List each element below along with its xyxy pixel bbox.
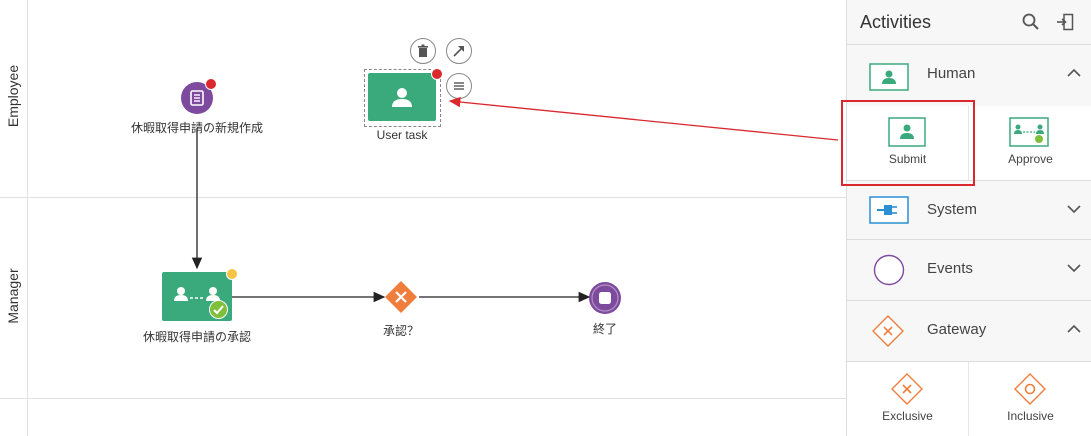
tile-inclusive[interactable]: Inclusive	[969, 362, 1091, 436]
end-event[interactable]	[589, 282, 621, 314]
user-task-icon	[869, 63, 909, 91]
menu-icon	[454, 82, 464, 90]
tile-label: Exclusive	[882, 409, 933, 423]
category-system[interactable]: System	[847, 181, 1091, 240]
connect-button[interactable]	[446, 38, 472, 64]
category-human[interactable]: Human	[847, 45, 1091, 107]
panel-header: Activities	[847, 0, 1091, 45]
tile-label: Approve	[1008, 152, 1053, 166]
gateway-icon	[872, 315, 904, 347]
category-label: System	[927, 201, 978, 218]
process-canvas[interactable]: Employee Manager 休暇取得申請の新規作成 User task 休…	[0, 0, 846, 436]
end-event-label: 終了	[592, 322, 618, 336]
approve-task-icon	[1009, 117, 1049, 147]
connectors	[191, 128, 591, 303]
error-indicator	[205, 78, 217, 90]
inclusive-gateway-icon	[1014, 373, 1046, 405]
trash-icon	[418, 44, 428, 57]
arrow-connect-icon	[453, 46, 464, 57]
tile-exclusive[interactable]: Exclusive	[847, 362, 969, 436]
exclusive-gateway[interactable]	[384, 280, 418, 314]
category-gateway[interactable]: Gateway	[847, 301, 1091, 362]
category-label: Gateway	[927, 321, 987, 338]
activities-panel: Activities Human Submit Approve System E…	[846, 0, 1091, 436]
chevron-down-icon[interactable]	[1066, 262, 1082, 274]
chevron-down-icon[interactable]	[1066, 203, 1082, 215]
approve-task-label: 休暇取得申請の承認	[142, 330, 252, 344]
user-task[interactable]	[368, 73, 436, 121]
start-event-label: 休暇取得申請の新規作成	[130, 121, 264, 135]
chevron-up-icon[interactable]	[1066, 323, 1082, 335]
gateway-label: 承認？	[382, 324, 420, 338]
annotation-highlight-box	[841, 100, 975, 186]
delete-button[interactable]	[410, 38, 436, 64]
gateway-tiles: Exclusive Inclusive	[847, 362, 1091, 436]
check-badge-icon	[209, 300, 228, 319]
category-label: Events	[927, 260, 973, 277]
tile-approve[interactable]: Approve	[969, 106, 1091, 180]
category-label: Human	[927, 65, 976, 82]
tile-label: Inclusive	[1007, 409, 1054, 423]
panel-title: Activities	[860, 12, 932, 32]
lane-label-manager[interactable]: Manager	[5, 261, 21, 331]
lane-label-employee[interactable]: Employee	[5, 61, 21, 131]
gateway-x-icon	[385, 281, 417, 313]
warning-indicator	[226, 268, 238, 280]
category-events[interactable]: Events	[847, 240, 1091, 301]
error-indicator	[431, 68, 443, 80]
event-circle-icon	[873, 254, 905, 286]
lane-divider	[0, 197, 846, 198]
collapse-panel-icon[interactable]	[1056, 13, 1074, 31]
system-task-icon	[869, 196, 909, 224]
properties-button[interactable]	[446, 73, 472, 99]
chevron-up-icon[interactable]	[1066, 67, 1082, 79]
lane-divider	[0, 398, 846, 399]
exclusive-gateway-icon	[891, 373, 923, 405]
search-icon[interactable]	[1022, 13, 1040, 31]
user-task-label: User task	[376, 128, 428, 142]
stop-icon	[591, 284, 619, 312]
user-icon	[392, 88, 412, 107]
